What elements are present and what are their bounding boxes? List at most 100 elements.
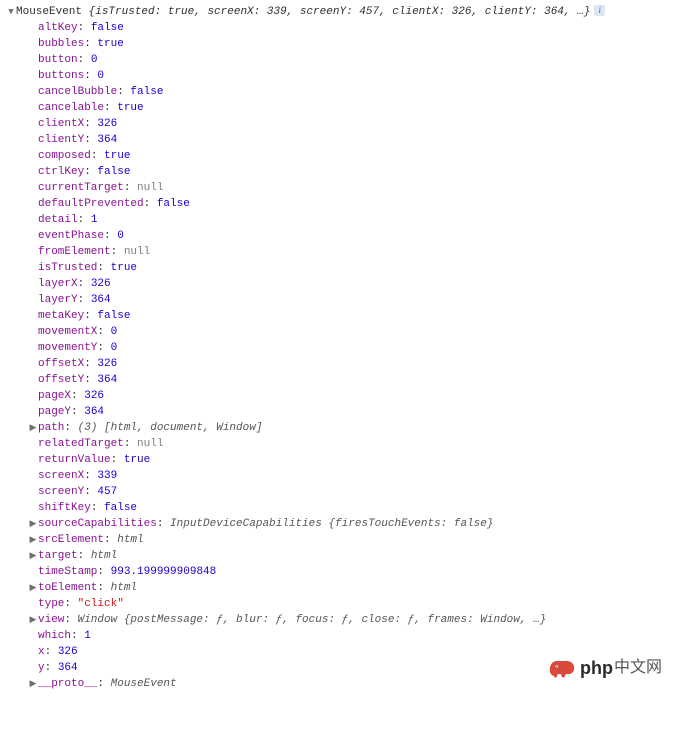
property-value: null <box>124 246 150 258</box>
property-row: ▶defaultPrevented: false <box>6 196 674 212</box>
colon: : <box>64 614 77 626</box>
colon: : <box>78 214 91 226</box>
property-key: altKey <box>38 22 78 34</box>
colon: : <box>78 22 91 34</box>
property-row: ▶offsetY: 364 <box>6 372 674 388</box>
property-key: layerY <box>38 294 78 306</box>
property-row: ▶shiftKey: false <box>6 500 674 516</box>
property-row[interactable]: ▶sourceCapabilities: InputDeviceCapabili… <box>6 516 674 532</box>
property-key: __proto__ <box>38 678 97 690</box>
colon: : <box>84 70 97 82</box>
property-value: true <box>124 454 150 466</box>
property-key: cancelBubble <box>38 86 117 98</box>
colon: : <box>78 278 91 290</box>
property-row: ▶screenX: 339 <box>6 468 674 484</box>
property-row: ▶bubbles: true <box>6 36 674 52</box>
property-value: null <box>137 182 163 194</box>
property-key: returnValue <box>38 454 111 466</box>
property-value: 326 <box>58 646 78 658</box>
property-preview: InputDeviceCapabilities {firesTouchEvent… <box>170 518 493 530</box>
property-value: true <box>104 150 130 162</box>
property-value: false <box>91 22 124 34</box>
php-elephant-icon <box>548 656 576 680</box>
property-value: 364 <box>58 662 78 674</box>
property-value: 326 <box>91 278 111 290</box>
property-row: ▶movementY: 0 <box>6 340 674 356</box>
colon: : <box>97 262 110 274</box>
colon: : <box>157 518 170 530</box>
disclosure-triangle-right-icon[interactable]: ▶ <box>28 676 38 692</box>
property-key: view <box>38 614 64 626</box>
colon: : <box>64 422 77 434</box>
property-key: currentTarget <box>38 182 124 194</box>
property-row: ▶layerY: 364 <box>6 292 674 308</box>
colon: : <box>124 182 137 194</box>
colon: : <box>84 374 97 386</box>
property-row: ▶pageY: 364 <box>6 404 674 420</box>
colon: : <box>71 390 84 402</box>
colon: : <box>104 534 117 546</box>
property-row: ▶movementX: 0 <box>6 324 674 340</box>
colon: : <box>84 166 97 178</box>
property-row[interactable]: ▶srcElement: html <box>6 532 674 548</box>
disclosure-triangle-right-icon[interactable]: ▶ <box>28 516 38 532</box>
colon: : <box>91 502 104 514</box>
property-preview: MouseEvent <box>111 678 177 690</box>
property-key: metaKey <box>38 310 84 322</box>
property-value: 364 <box>97 374 117 386</box>
property-row: ▶eventPhase: 0 <box>6 228 674 244</box>
property-row[interactable]: ▶path: (3) [html, document, Window] <box>6 420 674 436</box>
property-key: button <box>38 54 78 66</box>
colon: : <box>144 198 157 210</box>
colon: : <box>84 358 97 370</box>
colon: : <box>124 438 137 450</box>
object-header[interactable]: ▼MouseEvent {isTrusted: true, screenX: 3… <box>6 4 674 20</box>
property-row: ▶metaKey: false <box>6 308 674 324</box>
colon: : <box>111 246 124 258</box>
property-value: 326 <box>97 358 117 370</box>
property-key: relatedTarget <box>38 438 124 450</box>
watermark-text-cn: 中文网 <box>614 660 662 676</box>
property-row: ▶type: "click" <box>6 596 674 612</box>
colon: : <box>78 294 91 306</box>
property-row[interactable]: ▶toElement: html <box>6 580 674 596</box>
disclosure-triangle-right-icon[interactable]: ▶ <box>28 548 38 564</box>
property-value: false <box>157 198 190 210</box>
property-row: ▶timeStamp: 993.199999909848 <box>6 564 674 580</box>
property-value: false <box>130 86 163 98</box>
property-row: ▶altKey: false <box>6 20 674 36</box>
property-key: x <box>38 646 45 658</box>
property-value: 0 <box>111 326 118 338</box>
disclosure-triangle-right-icon[interactable]: ▶ <box>28 532 38 548</box>
property-value: 364 <box>97 134 117 146</box>
property-key: isTrusted <box>38 262 97 274</box>
colon: : <box>45 662 58 674</box>
property-row: ▶cancelable: true <box>6 100 674 116</box>
property-row: ▶buttons: 0 <box>6 68 674 84</box>
disclosure-triangle-right-icon[interactable]: ▶ <box>28 420 38 436</box>
watermark-text-php: php <box>580 660 613 676</box>
property-row: ▶relatedTarget: null <box>6 436 674 452</box>
property-key: y <box>38 662 45 674</box>
disclosure-triangle-right-icon[interactable]: ▶ <box>28 580 38 596</box>
property-row[interactable]: ▶target: html <box>6 548 674 564</box>
property-preview: (3) [html, document, Window] <box>78 422 263 434</box>
property-value: 993.199999909848 <box>111 566 217 578</box>
colon: : <box>84 38 97 50</box>
property-key: screenX <box>38 470 84 482</box>
property-value: null <box>137 438 163 450</box>
property-key: eventPhase <box>38 230 104 242</box>
property-key: layerX <box>38 278 78 290</box>
property-key: path <box>38 422 64 434</box>
property-key: ctrlKey <box>38 166 84 178</box>
disclosure-triangle-down-icon[interactable]: ▼ <box>6 4 16 20</box>
property-key: srcElement <box>38 534 104 546</box>
property-key: buttons <box>38 70 84 82</box>
property-preview: html <box>91 550 117 562</box>
property-key: screenY <box>38 486 84 498</box>
colon: : <box>71 406 84 418</box>
property-row[interactable]: ▶view: Window {postMessage: ƒ, blur: ƒ, … <box>6 612 674 628</box>
disclosure-triangle-right-icon[interactable]: ▶ <box>28 612 38 628</box>
property-row: ▶cancelBubble: false <box>6 84 674 100</box>
info-icon[interactable]: i <box>594 5 605 16</box>
